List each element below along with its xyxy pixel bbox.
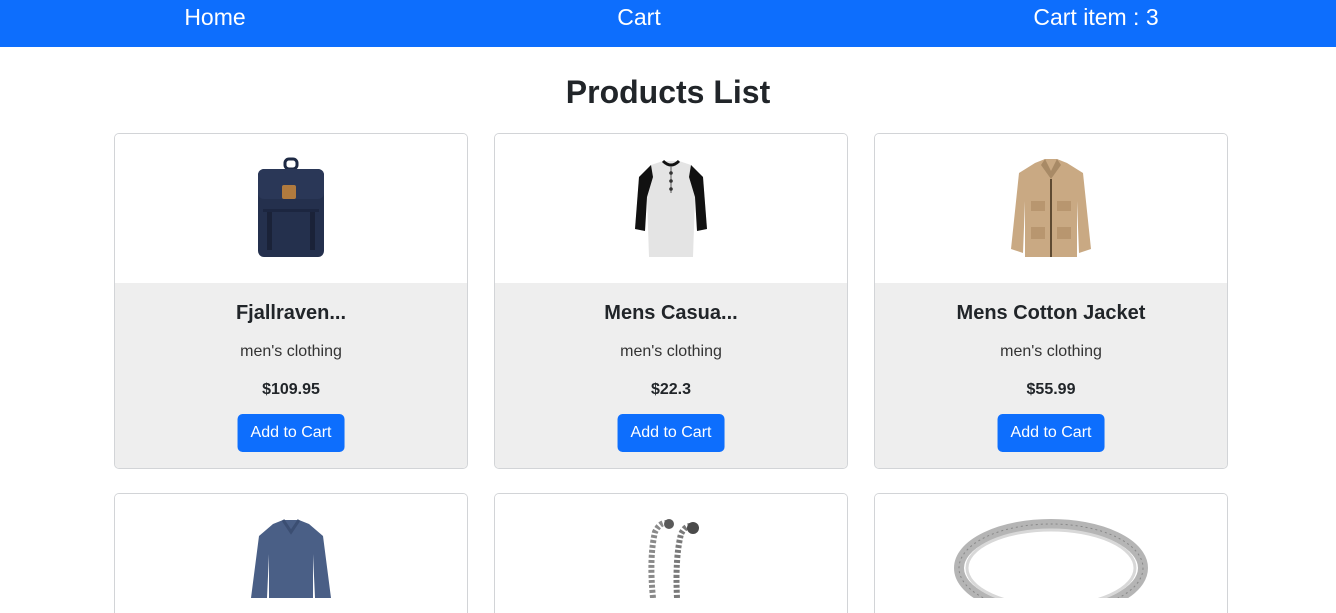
- product-category: men's clothing: [240, 343, 342, 360]
- cotton-jacket-image: [1011, 158, 1091, 257]
- raglan-tshirt-image: [635, 159, 707, 257]
- product-card: Mens Cotton Jacket men's clothing $55.99…: [874, 133, 1228, 469]
- product-info: Fjallraven... men's clothing $109.95 Add…: [115, 283, 467, 468]
- dragon-bracelet-image: [648, 519, 699, 598]
- product-title: Mens Cotton Jacket: [956, 302, 1146, 324]
- product-image-container: [495, 134, 847, 283]
- top-navbar: Home Cart Cart item : 3: [0, 0, 1336, 47]
- product-title: Mens Casua...: [604, 302, 738, 324]
- product-price: $22.3: [650, 381, 692, 398]
- product-image-container: [875, 494, 1227, 613]
- product-card: Fjallraven... men's clothing $109.95 Add…: [114, 133, 468, 469]
- product-image-container: [495, 494, 847, 613]
- product-card: Mens Casua... men's clothing $22.3 Add t…: [494, 133, 848, 469]
- add-to-cart-button[interactable]: Add to Cart: [617, 414, 725, 452]
- backpack-image: [258, 157, 324, 257]
- blue-longsleeve-image: [251, 519, 331, 598]
- product-image-container: [115, 494, 467, 613]
- page-title: Products List: [565, 74, 771, 110]
- product-category: men's clothing: [1000, 343, 1102, 360]
- product-info: Mens Cotton Jacket men's clothing $55.99…: [875, 283, 1227, 468]
- product-image-container: [115, 134, 467, 283]
- add-to-cart-button[interactable]: Add to Cart: [237, 414, 345, 452]
- product-price: $55.99: [1026, 381, 1076, 398]
- silver-bangle-image: [954, 519, 1148, 598]
- nav-cart-link[interactable]: Cart: [617, 4, 660, 30]
- add-to-cart-button[interactable]: Add to Cart: [997, 414, 1105, 452]
- product-card: [114, 493, 468, 613]
- product-card: [874, 493, 1228, 613]
- product-info: Mens Casua... men's clothing $22.3 Add t…: [495, 283, 847, 468]
- product-card: [494, 493, 848, 613]
- product-price: $109.95: [262, 381, 320, 398]
- product-image-container: [875, 134, 1227, 283]
- product-title: Fjallraven...: [235, 302, 347, 324]
- nav-cart-count[interactable]: Cart item : 3: [1033, 4, 1158, 30]
- nav-home-link[interactable]: Home: [184, 4, 245, 30]
- product-category: men's clothing: [620, 343, 722, 360]
